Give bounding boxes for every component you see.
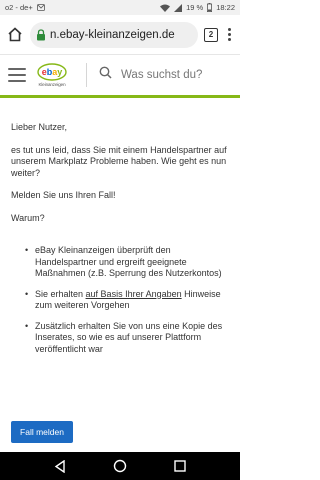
basis-link[interactable]: auf Basis Ihrer Angaben <box>86 289 182 299</box>
reason-text: eBay Kleinanzeigen überprüft den Handels… <box>35 245 222 278</box>
url-text: n.ebay-kleinanzeigen.de <box>50 28 175 41</box>
reasons-list: eBay Kleinanzeigen überprüft den Handels… <box>11 245 233 355</box>
home-circle-icon[interactable] <box>108 456 132 476</box>
system-nav-bar <box>0 452 240 480</box>
reason-prefix: Sie erhalten <box>35 288 86 299</box>
intro-text: es tut uns leid, dass Sie mit einem Hand… <box>11 144 227 178</box>
status-left: o2 - de+ <box>5 3 45 12</box>
status-right: 19 % 18:22 <box>160 3 235 12</box>
list-item: eBay Kleinanzeigen überprüft den Handels… <box>25 245 233 280</box>
search-input[interactable]: Was suchst du? <box>121 69 202 81</box>
home-icon[interactable] <box>6 26 24 44</box>
list-item: Sie erhalten auf Basis Ihrer Angaben Hin… <box>25 289 233 312</box>
tabs-icon[interactable]: 2 <box>204 27 218 42</box>
signal-icon <box>174 3 183 12</box>
menu-icon[interactable] <box>224 26 234 44</box>
status-bar: o2 - de+ 19 % 18:22 <box>0 0 240 15</box>
greeting-text: Lieber Nutzer, <box>11 122 68 132</box>
search-bar[interactable]: Was suchst du? <box>99 66 232 84</box>
battery-icon <box>207 3 213 12</box>
svg-text:ebay: ebay <box>42 67 63 77</box>
report-prompt: Melden Sie uns Ihren Fall! <box>11 190 116 200</box>
wifi-icon <box>160 4 171 12</box>
list-item: Zusätzlich erhalten Sie von uns eine Kop… <box>25 321 233 356</box>
why-heading: Warum? <box>11 212 45 223</box>
browser-toolbar: n.ebay-kleinanzeigen.de 2 <box>0 15 240 55</box>
back-icon[interactable] <box>48 456 72 476</box>
logo-subtitle: Kleinanzeigen <box>38 82 66 87</box>
report-case-button[interactable]: Fall melden <box>11 421 73 443</box>
notification-icon <box>36 4 45 11</box>
main-content: Lieber Nutzer, es tut uns leid, dass Sie… <box>11 122 233 364</box>
lock-icon <box>36 28 46 41</box>
site-header: ebay Kleinanzeigen Was suchst du? <box>0 55 240 95</box>
address-bar[interactable]: n.ebay-kleinanzeigen.de <box>30 21 198 48</box>
header-divider <box>86 63 87 87</box>
carrier-text: o2 - de+ <box>5 3 33 12</box>
hamburger-icon[interactable] <box>8 68 26 82</box>
clock-text: 18:22 <box>216 3 235 12</box>
header-accent-line <box>0 95 240 98</box>
ebay-kleinanzeigen-logo[interactable]: ebay Kleinanzeigen <box>35 62 69 88</box>
battery-text: 19 % <box>186 3 204 12</box>
reason-text: Zusätzlich erhalten Sie von uns eine Kop… <box>35 320 223 354</box>
recents-icon[interactable] <box>168 456 192 476</box>
search-icon <box>99 66 112 84</box>
logo-mark: ebay <box>37 63 67 81</box>
